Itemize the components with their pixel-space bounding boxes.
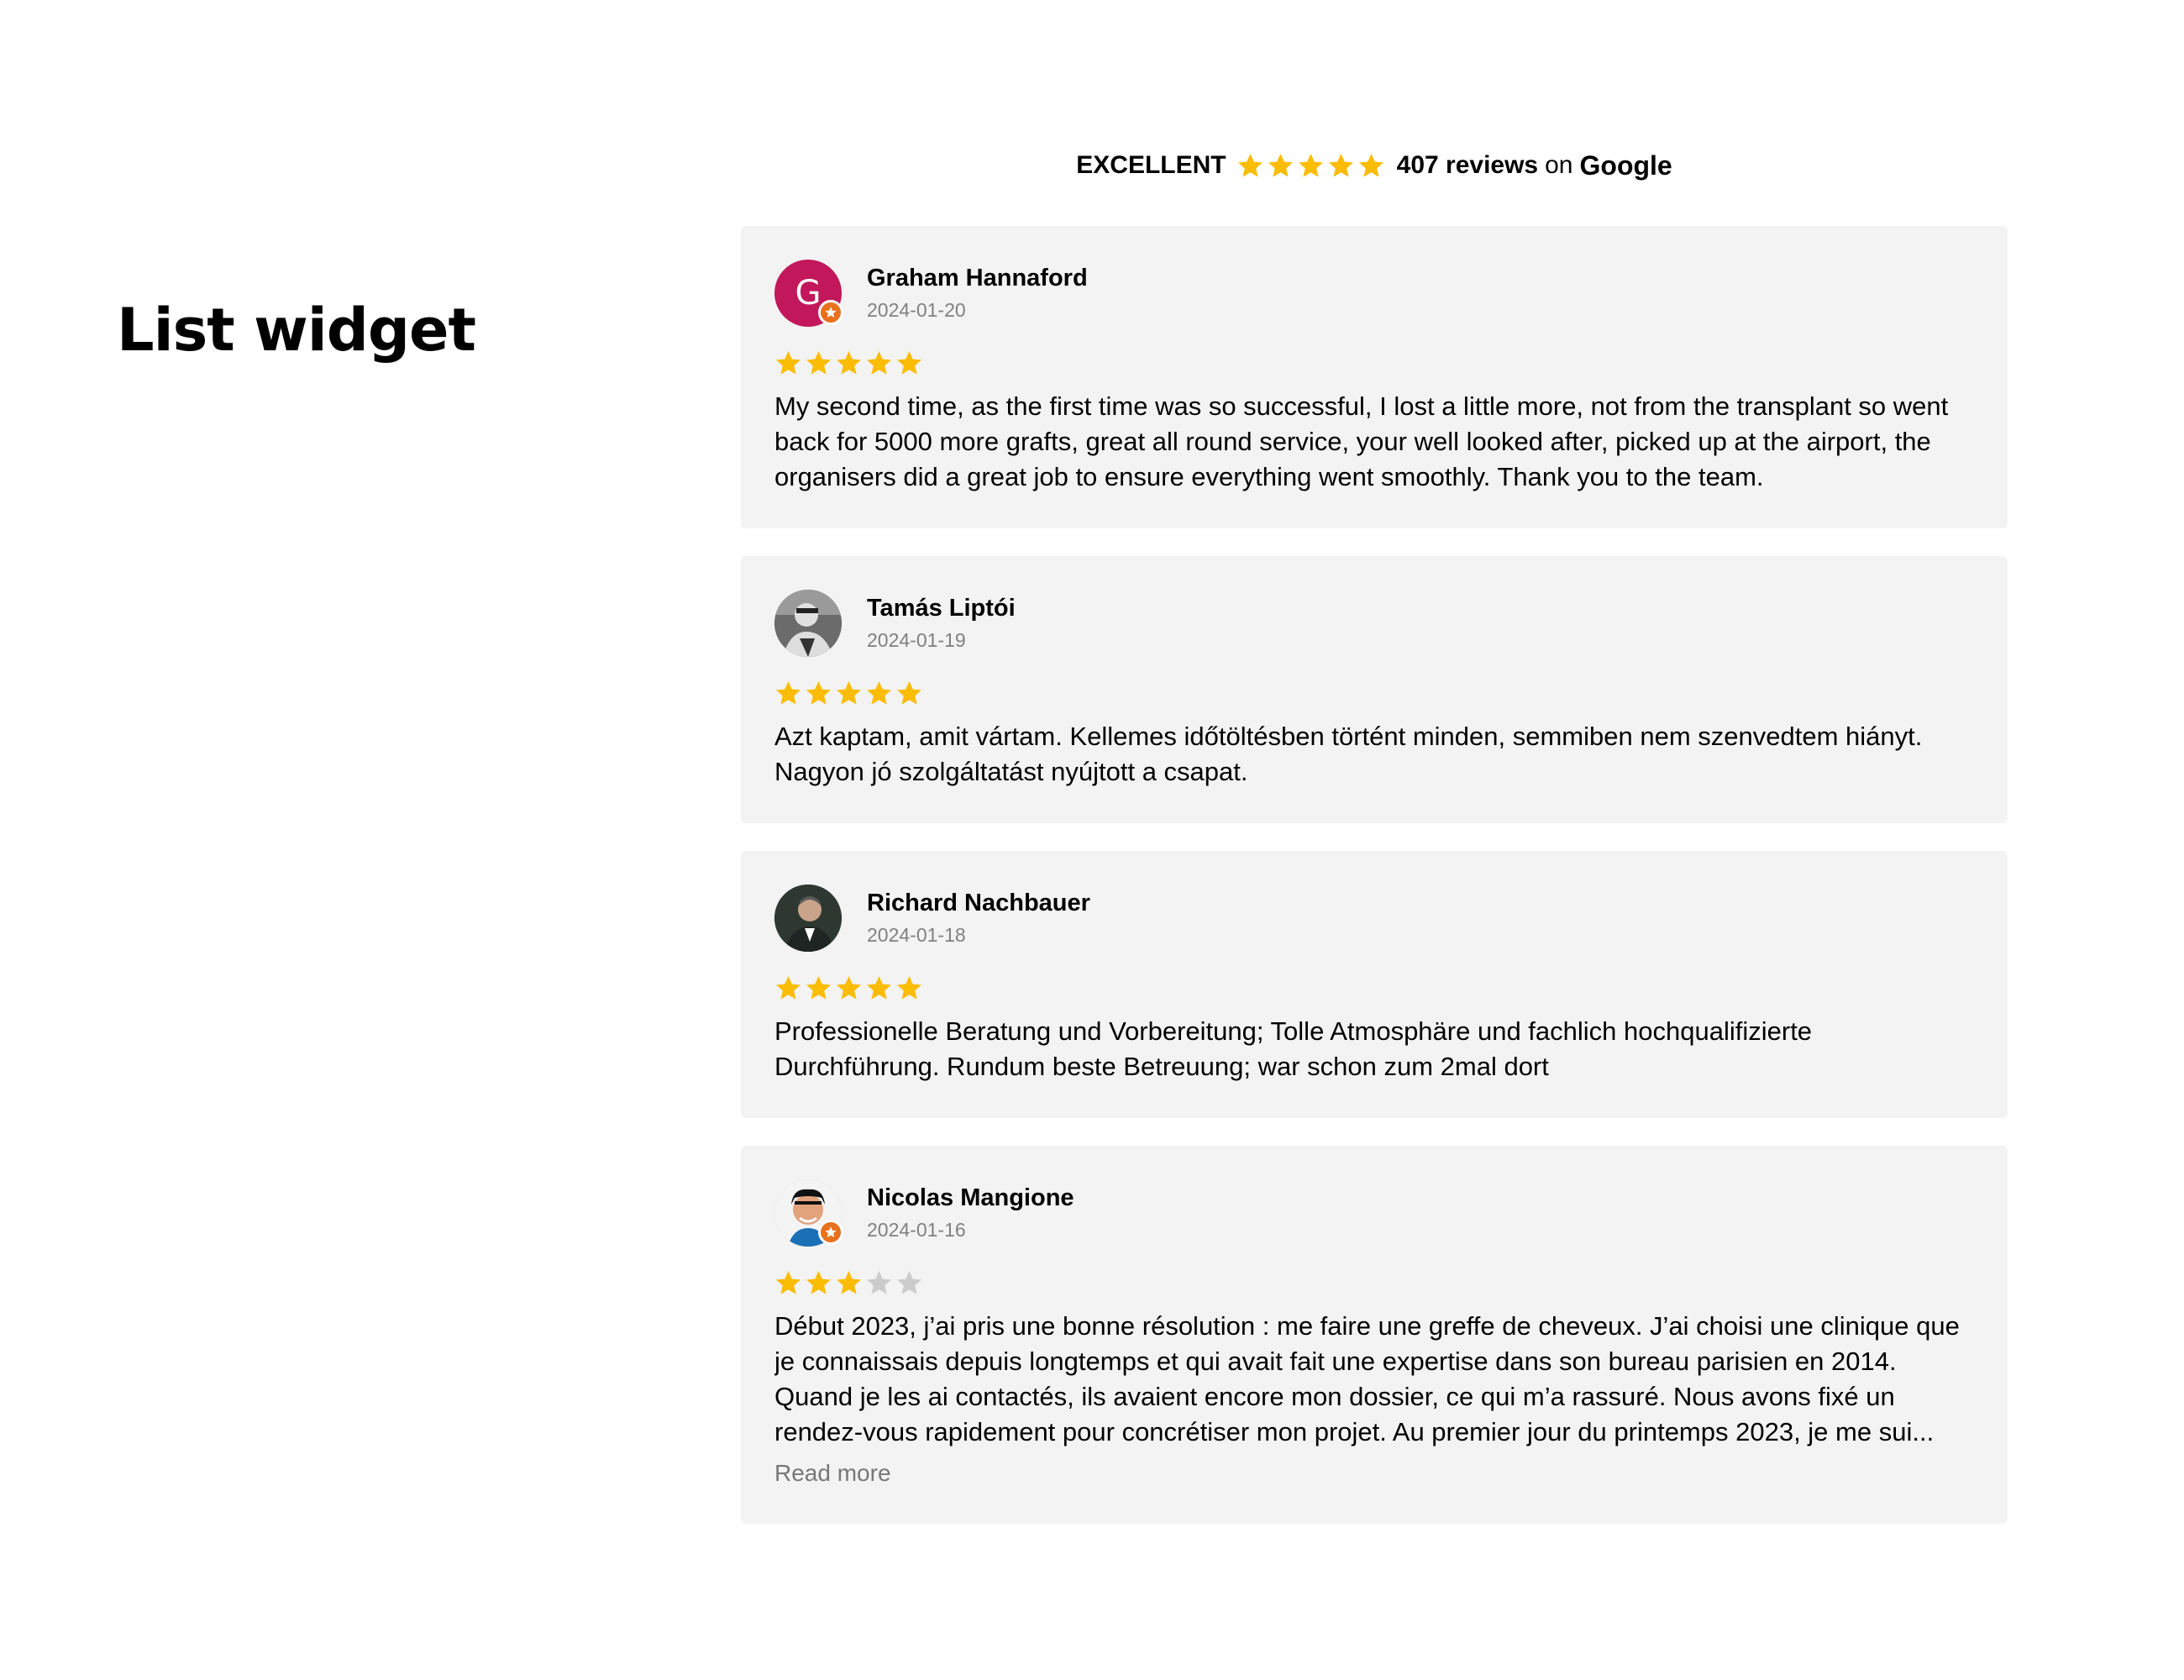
- review-list: G Graham Hannaford 2024-01-20 My second …: [741, 226, 2008, 1524]
- read-more-link[interactable]: Read more: [774, 1457, 1974, 1490]
- star-filled-icon: [774, 974, 802, 1002]
- review-header: G Graham Hannaford 2024-01-20: [774, 260, 1974, 327]
- author-name[interactable]: Graham Hannaford: [867, 263, 1088, 293]
- rating-summary: EXCELLENT 407 reviews on Google: [741, 143, 2008, 188]
- review-text: Début 2023, j’ai pris une bonne résoluti…: [774, 1311, 1960, 1446]
- star-filled-icon: [895, 974, 923, 1002]
- avatar[interactable]: [774, 885, 842, 952]
- review-text: My second time, as the first time was so…: [774, 391, 1949, 491]
- person-photo-icon: [774, 885, 842, 952]
- on-word: on: [1545, 151, 1573, 179]
- review-stars: [774, 1267, 1974, 1299]
- star-rating: [774, 974, 923, 1002]
- star-empty-icon: [895, 1269, 923, 1297]
- review-date: 2024-01-20: [867, 299, 966, 321]
- google-logo[interactable]: Google: [1580, 150, 1672, 181]
- avatar[interactable]: [774, 1179, 843, 1247]
- author-block: Richard Nachbauer 2024-01-18: [867, 888, 1090, 948]
- star-filled-icon: [1327, 152, 1355, 180]
- star-filled-icon: [805, 680, 832, 707]
- star-filled-icon: [774, 349, 802, 377]
- star-filled-icon: [835, 680, 863, 707]
- star-filled-icon: [835, 974, 863, 1002]
- star-filled-icon: [774, 680, 802, 707]
- star-rating: [774, 349, 923, 377]
- star-filled-icon: [1297, 152, 1325, 180]
- review-header: Tamás Liptói 2024-01-19: [774, 590, 1974, 657]
- star-filled-icon: [835, 1269, 863, 1297]
- star-filled-icon: [1357, 152, 1385, 180]
- page-title: List widget: [117, 296, 476, 365]
- star-empty-icon: [865, 1269, 893, 1297]
- star-filled-icon: [865, 349, 893, 377]
- review-stars: [774, 347, 1974, 379]
- author-block: Nicolas Mangione 2024-01-16: [867, 1183, 1074, 1243]
- review-count[interactable]: 407 reviews: [1397, 151, 1538, 180]
- review-header: Richard Nachbauer 2024-01-18: [774, 885, 1974, 952]
- review-card: Nicolas Mangione 2024-01-16 Début 2023, …: [741, 1146, 2008, 1524]
- avatar[interactable]: G: [774, 260, 843, 327]
- review-date: 2024-01-19: [867, 629, 966, 651]
- author-block: Tamás Liptói 2024-01-19: [867, 593, 1016, 654]
- star-filled-icon: [805, 974, 832, 1002]
- person-photo-icon: [774, 590, 842, 657]
- review-date: 2024-01-18: [867, 924, 966, 946]
- summary-stars: [1236, 152, 1385, 180]
- review-card: Richard Nachbauer 2024-01-18 Professione…: [741, 851, 2008, 1118]
- author-name[interactable]: Tamás Liptói: [867, 593, 1016, 623]
- star-filled-icon: [774, 1269, 802, 1297]
- local-guide-badge-icon: [818, 1220, 843, 1245]
- review-stars: [774, 972, 1974, 1004]
- review-card: Tamás Liptói 2024-01-19 Azt kaptam, amit…: [741, 556, 2008, 823]
- star-rating: [774, 680, 923, 707]
- star-filled-icon: [1267, 152, 1294, 180]
- avatar[interactable]: [774, 590, 842, 657]
- local-guide-badge-icon: [818, 300, 843, 325]
- reviews-widget: EXCELLENT 407 reviews on Google G Graham…: [741, 143, 2008, 1551]
- star-filled-icon: [895, 349, 923, 377]
- review-text: Professionelle Beratung und Vorbereitung…: [774, 1016, 1813, 1081]
- review-text: Azt kaptam, amit vártam. Kellemes időtöl…: [774, 722, 1923, 786]
- review-header: Nicolas Mangione 2024-01-16: [774, 1179, 1974, 1247]
- star-filled-icon: [805, 1269, 832, 1297]
- review-stars: [774, 677, 1974, 709]
- author-block: Graham Hannaford 2024-01-20: [867, 263, 1088, 323]
- author-name[interactable]: Nicolas Mangione: [867, 1183, 1074, 1213]
- star-filled-icon: [895, 680, 923, 707]
- star-filled-icon: [835, 349, 863, 377]
- star-filled-icon: [805, 349, 832, 377]
- star-filled-icon: [1236, 152, 1264, 180]
- author-name[interactable]: Richard Nachbauer: [867, 888, 1090, 918]
- rating-word: EXCELLENT: [1076, 151, 1226, 179]
- star-filled-icon: [865, 680, 893, 707]
- avatar-letter: G: [795, 274, 822, 312]
- review-date: 2024-01-16: [867, 1219, 966, 1241]
- star-filled-icon: [865, 974, 893, 1002]
- star-rating: [774, 1269, 923, 1297]
- review-card: G Graham Hannaford 2024-01-20 My second …: [741, 226, 2008, 528]
